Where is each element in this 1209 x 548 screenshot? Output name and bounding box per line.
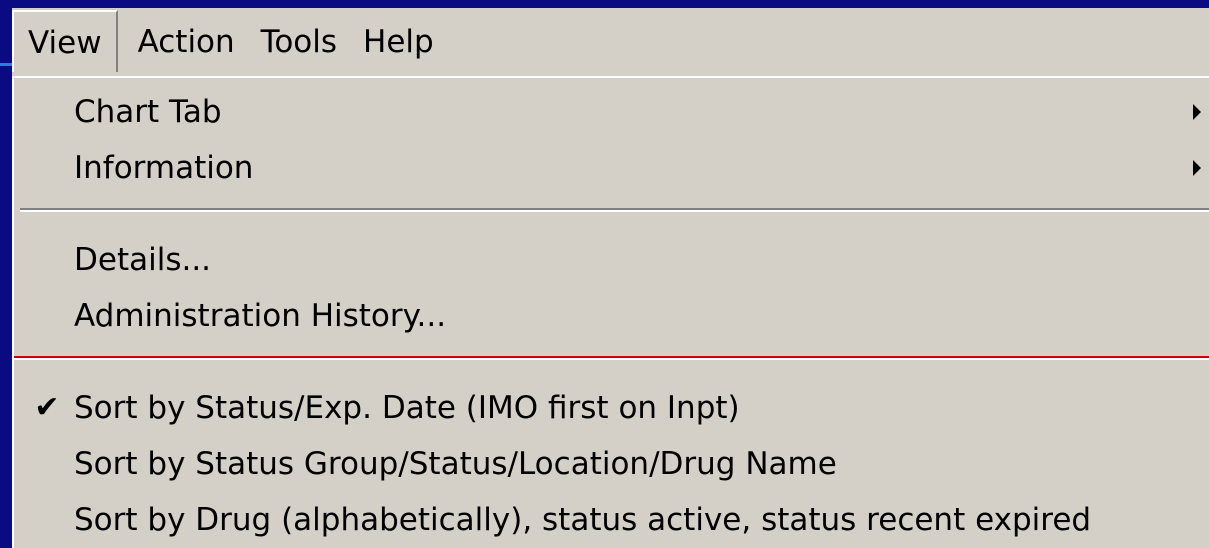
window-frame-top bbox=[0, 0, 1209, 8]
menu-item-sort-status-exp-date[interactable]: ✔ Sort by Status/Exp. Date (IMO first on… bbox=[14, 380, 1209, 436]
menu-item-label: Sort by Status Group/Status/Location/Dru… bbox=[74, 446, 837, 482]
submenu-arrow-icon bbox=[1193, 160, 1201, 176]
submenu-arrow-icon bbox=[1193, 104, 1201, 120]
menu-separator bbox=[14, 356, 1209, 360]
menu-item-label: Sort by Drug (alphabetically), status ac… bbox=[74, 502, 1092, 538]
menu-tools[interactable]: Tools bbox=[255, 12, 357, 72]
view-dropdown-menu: Chart Tab Information Details... Adminis… bbox=[12, 76, 1209, 548]
menu-item-label: Information bbox=[74, 150, 254, 186]
menu-item-sort-drug[interactable]: Sort by Drug (alphabetically), status ac… bbox=[14, 492, 1209, 548]
menu-help[interactable]: Help bbox=[357, 12, 454, 72]
menu-item-label: Details... bbox=[74, 242, 212, 278]
menu-item-sort-status-group[interactable]: Sort by Status Group/Status/Location/Dru… bbox=[14, 436, 1209, 492]
menu-separator bbox=[20, 208, 1209, 212]
menu-bar: View Action Tools Help bbox=[12, 8, 1209, 76]
menu-item-details[interactable]: Details... bbox=[14, 232, 1209, 288]
menu-item-administration-history[interactable]: Administration History... bbox=[14, 288, 1209, 344]
menu-item-label: Sort by Status/Exp. Date (IMO first on I… bbox=[74, 390, 740, 426]
checkmark-icon: ✔ bbox=[34, 390, 60, 425]
menu-item-information[interactable]: Information bbox=[14, 140, 1209, 196]
menu-item-chart-tab[interactable]: Chart Tab bbox=[14, 84, 1209, 140]
menu-item-label: Administration History... bbox=[74, 298, 447, 334]
menu-action[interactable]: Action bbox=[118, 12, 255, 72]
menu-item-label: Chart Tab bbox=[74, 94, 222, 130]
menu-view[interactable]: View bbox=[12, 10, 118, 72]
window-frame-left bbox=[0, 0, 12, 548]
